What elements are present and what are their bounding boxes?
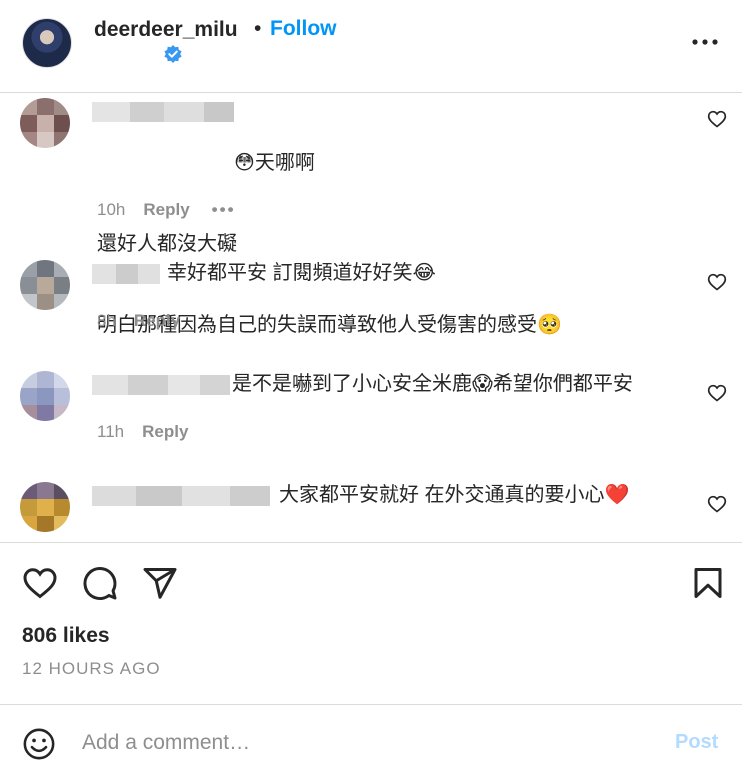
- post-button[interactable]: Post: [675, 731, 718, 754]
- pleading-emoji: 🥺: [537, 314, 562, 336]
- post-timestamp: 12 HOURS AGO: [22, 659, 161, 678]
- comment-text: 大家都平安就好 在外交通真的要小心❤️: [279, 484, 630, 506]
- comment-meta: 10h Reply •••: [97, 200, 236, 220]
- post-header: deerdeer_milu • Follow: [0, 0, 742, 93]
- commenter-username-blurred[interactable]: [92, 375, 230, 395]
- add-comment-bar: Post: [0, 704, 742, 781]
- author-username[interactable]: deerdeer_milu: [94, 18, 238, 42]
- flushed-emoji: 😳: [234, 152, 255, 174]
- comment-time: 8h: [97, 311, 116, 330]
- comment-line-2: 還好人都沒大礙: [97, 233, 237, 255]
- comment-like-icon[interactable]: [707, 272, 727, 292]
- commenter-avatar[interactable]: [20, 482, 70, 532]
- bookmark-icon[interactable]: [690, 565, 726, 601]
- separator-dot: •: [254, 17, 262, 40]
- commenter-username-blurred[interactable]: [92, 486, 270, 506]
- comment-time: 10h: [97, 200, 126, 219]
- smiley-icon[interactable]: [22, 727, 56, 761]
- reply-button[interactable]: Reply: [143, 200, 189, 219]
- comment-meta: 11h Reply: [97, 422, 188, 442]
- comment-text: 幸好都平安 訂閱頻道好好笑😂: [167, 262, 436, 284]
- commenter-avatar[interactable]: [20, 260, 70, 310]
- comment-like-icon[interactable]: [707, 109, 727, 129]
- comment-text: 😳天哪啊 還好人都沒大礙 明白那種因為自己的失誤而導致他人受傷害的感受🥺: [97, 96, 562, 393]
- commenter-username-blurred[interactable]: [92, 264, 160, 284]
- commenter-avatar[interactable]: [20, 98, 70, 148]
- author-avatar[interactable]: [22, 18, 72, 68]
- comment-input[interactable]: [82, 727, 642, 759]
- comment-like-icon[interactable]: [707, 383, 727, 403]
- comment-text: 是不是嚇到了小心安全米鹿😱希望你們都平安: [232, 373, 633, 395]
- comment-time: 11h: [97, 422, 125, 441]
- action-bar-divider: [0, 542, 742, 543]
- more-options-icon[interactable]: [690, 30, 720, 50]
- follow-button[interactable]: Follow: [270, 17, 337, 41]
- verified-badge-icon: [164, 45, 182, 63]
- comment-icon[interactable]: [82, 565, 118, 601]
- commenter-avatar[interactable]: [20, 371, 70, 421]
- likes-count[interactable]: 806 likes: [22, 624, 110, 648]
- send-icon[interactable]: [142, 565, 178, 601]
- comment-like-icon[interactable]: [707, 494, 727, 514]
- reply-button[interactable]: Reply: [134, 311, 180, 330]
- reply-button[interactable]: Reply: [142, 422, 188, 441]
- heart-icon[interactable]: [22, 565, 58, 601]
- comment-line-1: 😳天哪啊: [234, 152, 315, 174]
- comment-meta: 8h Reply: [97, 311, 180, 331]
- comment-more-button[interactable]: •••: [212, 200, 236, 219]
